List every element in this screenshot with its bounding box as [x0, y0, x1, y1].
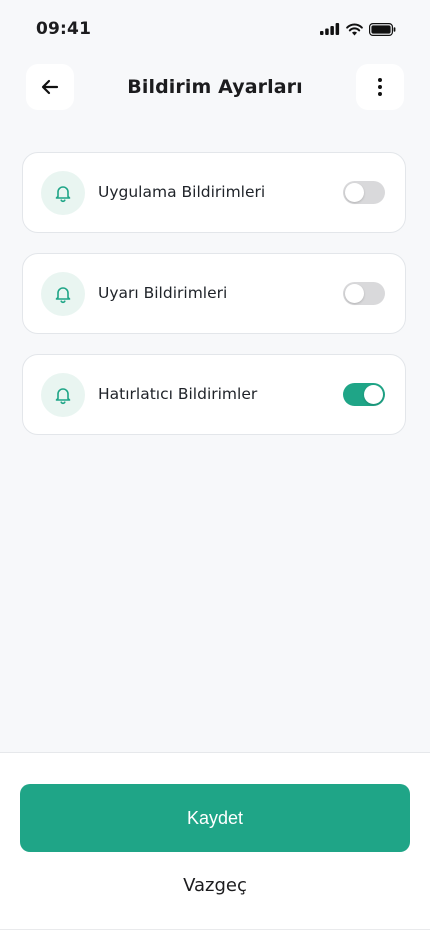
bell-icon [55, 287, 71, 304]
setting-label: Uyarı Bildirimleri [98, 284, 228, 302]
bell-icon-circle [41, 373, 85, 417]
alert-notifications-toggle[interactable] [343, 282, 385, 305]
status-bar: 09:41 [0, 0, 430, 60]
cancel-button[interactable]: Vazgeç [0, 875, 430, 896]
notification-settings-screen: 09:41 Bildirim Ayarları Uygulama Bildiri… [0, 0, 430, 930]
bell-icon [55, 388, 71, 405]
bell-icon [55, 186, 71, 203]
battery-icon [369, 22, 396, 36]
save-button[interactable]: Kaydet [20, 784, 410, 852]
toggle-knob [345, 284, 364, 303]
bell-icon-circle [41, 272, 85, 316]
status-time: 09:41 [36, 19, 92, 39]
wifi-icon [346, 23, 363, 35]
status-icons [320, 21, 396, 37]
toggle-knob [364, 385, 383, 404]
bottom-action-panel: Kaydet Vazgeç [0, 752, 430, 930]
setting-label: Uygulama Bildirimleri [98, 183, 266, 201]
setting-row-reminder-notifications: Hatırlatıcı Bildirimler [22, 354, 406, 435]
reminder-notifications-toggle[interactable] [343, 383, 385, 406]
more-options-button[interactable] [356, 64, 404, 110]
more-vertical-icon [378, 78, 382, 96]
app-notifications-toggle[interactable] [343, 181, 385, 204]
bell-icon-circle [41, 171, 85, 215]
setting-row-app-notifications: Uygulama Bildirimleri [22, 152, 406, 233]
setting-label: Hatırlatıcı Bildirimler [98, 385, 258, 403]
setting-row-alert-notifications: Uyarı Bildirimleri [22, 253, 406, 334]
signal-icon [320, 23, 340, 35]
toggle-knob [345, 183, 364, 202]
